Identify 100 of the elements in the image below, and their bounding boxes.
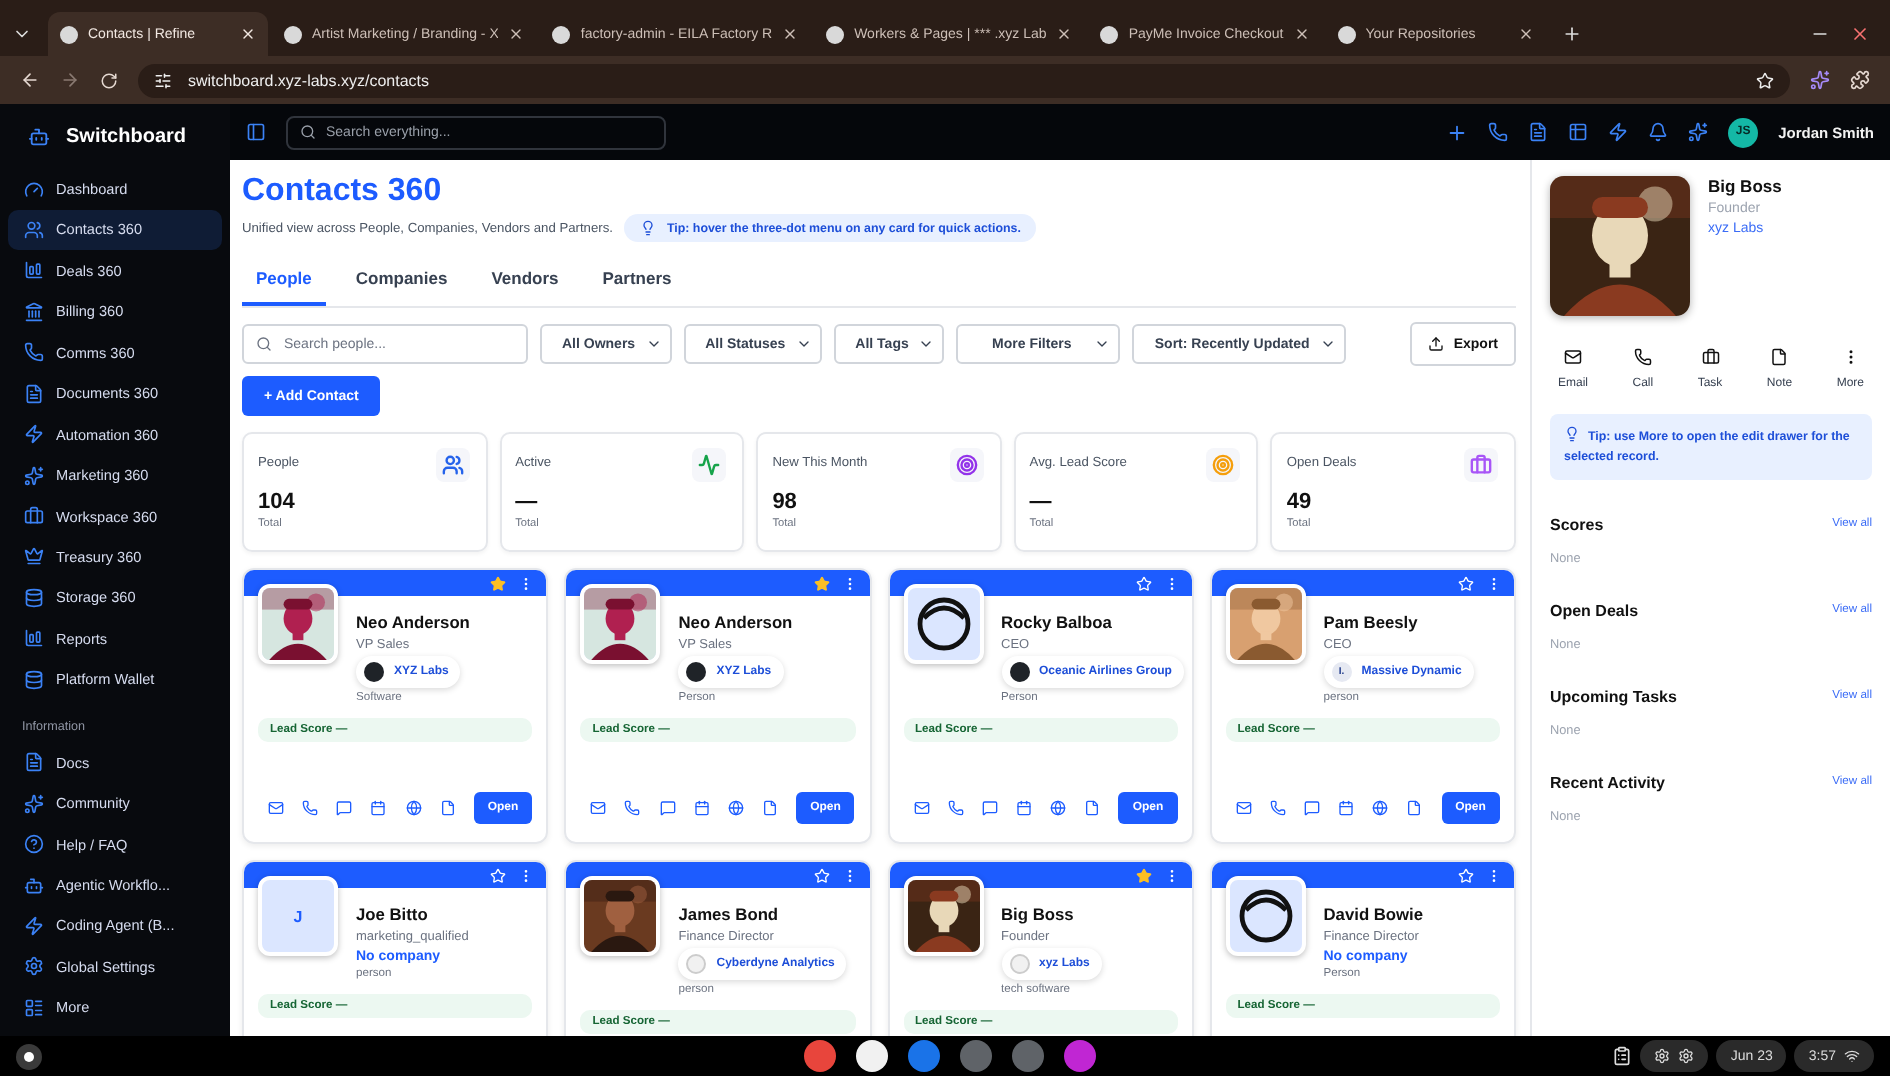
globe-icon[interactable] <box>1050 800 1067 816</box>
phone-icon[interactable] <box>1488 122 1509 142</box>
file-icon[interactable] <box>1406 800 1423 816</box>
mail-icon[interactable] <box>1235 800 1252 816</box>
star-icon[interactable] <box>490 575 507 591</box>
clipboard-icon[interactable] <box>1612 1046 1633 1066</box>
close-icon[interactable] <box>1293 26 1310 42</box>
phone-icon[interactable] <box>302 800 319 816</box>
close-icon[interactable] <box>1850 24 1870 44</box>
phone-icon[interactable] <box>624 800 641 816</box>
wifi-icon <box>1844 1048 1860 1064</box>
nav-icon <box>24 752 44 773</box>
contact-name: Joe Bitto <box>356 904 430 924</box>
mail-icon[interactable] <box>268 800 284 816</box>
nav-icon <box>24 219 44 240</box>
briefcase-icon <box>1701 348 1719 366</box>
app-icon[interactable] <box>856 1040 888 1072</box>
site-settings-icon[interactable] <box>154 71 172 89</box>
nav-icon <box>24 179 44 200</box>
section-title: Upcoming Tasks <box>1550 687 1677 706</box>
star-icon[interactable] <box>1135 867 1152 883</box>
file-icon[interactable] <box>761 800 778 816</box>
export-icon <box>1427 336 1444 352</box>
nav-icon <box>24 260 44 281</box>
nav-icon <box>24 301 44 322</box>
mail-icon[interactable] <box>590 800 607 816</box>
section-title: Scores <box>1550 515 1604 534</box>
tab[interactable]: People <box>242 258 326 306</box>
stat-value: 104 <box>258 490 297 514</box>
brand-icon <box>28 126 50 149</box>
contact-name: James Bond <box>678 904 781 924</box>
lightbulb-icon <box>1564 426 1580 442</box>
forward-icon[interactable] <box>60 70 80 90</box>
chat-icon[interactable] <box>659 800 676 816</box>
calendar-icon[interactable] <box>1338 800 1355 816</box>
back-icon[interactable] <box>20 70 40 90</box>
close-icon[interactable] <box>782 26 799 42</box>
phone-icon[interactable] <box>947 800 964 816</box>
nav-icon <box>24 546 44 567</box>
nav-icon <box>24 628 44 649</box>
lightbulb-icon <box>640 220 657 236</box>
contact-name: Neo Anderson <box>678 612 793 632</box>
zap-icon[interactable] <box>1608 122 1629 142</box>
nav-icon <box>24 506 44 527</box>
chat-icon[interactable] <box>981 800 998 816</box>
document-icon[interactable] <box>1528 122 1549 142</box>
add-icon[interactable] <box>1446 121 1469 143</box>
calendar-icon[interactable] <box>1015 800 1032 816</box>
file-icon[interactable] <box>439 800 456 816</box>
chat-icon[interactable] <box>336 800 353 816</box>
close-icon[interactable] <box>508 26 525 42</box>
section-title: Open Deals <box>1550 601 1639 620</box>
section-title: Recent Activity <box>1550 773 1665 792</box>
avatar-icon <box>1235 886 1296 946</box>
favicon <box>284 25 302 43</box>
extensions-icon[interactable] <box>1850 70 1870 90</box>
note-icon <box>1770 348 1789 366</box>
close-icon[interactable] <box>1056 26 1073 42</box>
sheet-icon[interactable] <box>1568 122 1589 142</box>
nav-icon <box>24 793 44 814</box>
bookmark-icon[interactable] <box>1756 71 1774 89</box>
favicon <box>826 25 845 43</box>
nav-icon <box>24 834 44 855</box>
globe-icon[interactable] <box>1372 800 1389 816</box>
phone-icon[interactable] <box>1269 800 1286 816</box>
star-icon[interactable] <box>813 575 829 591</box>
nav-icon <box>24 465 44 486</box>
tab[interactable]: Vendors <box>477 258 573 306</box>
notifications-icon[interactable] <box>1648 122 1669 142</box>
calendar-icon[interactable] <box>370 800 387 816</box>
brand-name: Switchboard <box>66 126 187 149</box>
tab[interactable]: Companies <box>341 258 462 306</box>
calendar-icon[interactable] <box>693 800 710 816</box>
avatar-icon <box>913 594 973 654</box>
phone-icon <box>1633 348 1652 366</box>
sidebar-toggle-icon[interactable] <box>246 122 266 142</box>
stat-value: 98 <box>772 490 799 514</box>
globe-icon[interactable] <box>405 800 422 816</box>
chat-icon[interactable] <box>1304 800 1321 816</box>
launcher-icon[interactable] <box>16 1043 42 1069</box>
address-bar[interactable]: switchboard.xyz-labs.xyz/contacts <box>138 63 1790 97</box>
close-icon[interactable] <box>1517 26 1534 42</box>
mail-icon[interactable] <box>913 800 929 816</box>
chevron-icon <box>1319 336 1336 352</box>
reload-icon[interactable] <box>100 71 118 89</box>
status-icons[interactable] <box>1640 1040 1709 1072</box>
extension-icon[interactable] <box>1810 70 1830 90</box>
contact-name: David Bowie <box>1323 904 1424 924</box>
nav-icon <box>24 383 44 404</box>
nav-icon <box>24 424 44 445</box>
favicon <box>60 25 78 43</box>
tab[interactable]: Partners <box>588 258 686 306</box>
contact-name: Neo Anderson <box>356 612 470 632</box>
sparkles-icon[interactable] <box>1688 122 1709 142</box>
search-icon <box>300 124 316 140</box>
file-icon[interactable] <box>1084 800 1101 816</box>
globe-icon[interactable] <box>727 800 744 816</box>
stat-value: — <box>515 490 540 514</box>
new-tab-icon[interactable] <box>1561 24 1582 44</box>
chevron-icon <box>795 336 812 352</box>
